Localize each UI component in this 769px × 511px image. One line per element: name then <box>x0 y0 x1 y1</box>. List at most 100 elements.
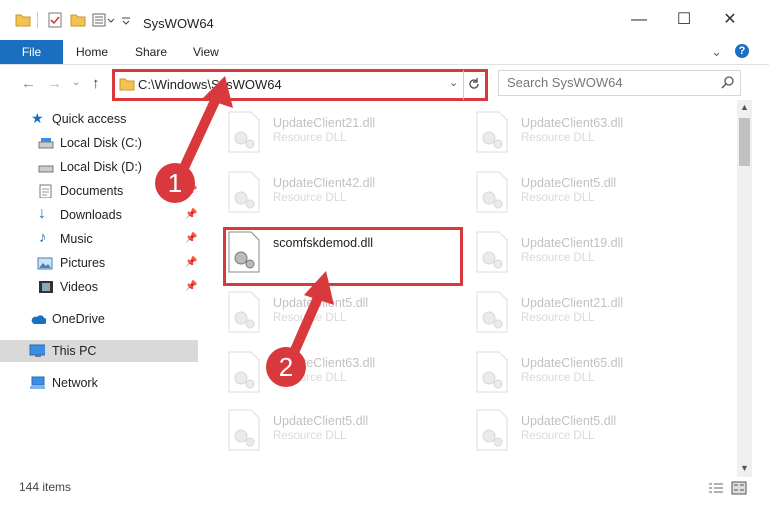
pin-icon[interactable]: 📌 <box>185 281 197 292</box>
sidebar-item-label: Pictures <box>60 256 106 270</box>
dll-file-icon <box>228 291 260 333</box>
pin-icon[interactable]: 📌 <box>185 209 197 220</box>
dll-file-icon <box>476 111 508 153</box>
list-item[interactable]: UpdateClient5.dll Resource DLL <box>473 170 693 222</box>
sidebar-item-label: Network <box>52 376 98 390</box>
file-type: Resource DLL <box>521 192 595 204</box>
refresh-icon <box>469 78 479 89</box>
sidebar-item-network[interactable]: Network <box>0 372 198 394</box>
navigation-bar: ← → ⌄ ↑ C:\Windows\SysWOW64 ⌄ Search Sys… <box>0 66 769 101</box>
sidebar-item-music[interactable]: ♪ Music 📌 <box>0 228 198 250</box>
sidebar-item-pictures[interactable]: Pictures 📌 <box>0 252 198 274</box>
sidebar-item-label: This PC <box>52 344 97 358</box>
forward-arrow-icon[interactable]: → <box>47 75 62 92</box>
window-title: SysWOW64 <box>143 16 214 31</box>
file-type: Resource DLL <box>521 132 595 144</box>
cloud-icon <box>31 315 46 324</box>
sidebar-item-videos[interactable]: Videos 📌 <box>0 276 198 298</box>
scroll-down-icon[interactable]: ▼ <box>740 463 749 473</box>
ribbon-tabs: File Home Share View ⌄ ? <box>0 40 769 65</box>
videos-icon <box>39 281 53 293</box>
scroll-thumb[interactable] <box>739 118 750 166</box>
minimize-button[interactable]: — <box>619 6 659 34</box>
file-type: Resource DLL <box>521 430 595 442</box>
music-icon: ♪ <box>39 229 47 246</box>
list-item[interactable]: UpdateClient65.dll Resource DLL <box>473 350 693 402</box>
new-folder-icon[interactable] <box>70 12 86 28</box>
separator <box>37 12 38 28</box>
computer-icon <box>29 344 45 357</box>
file-type: Resource DLL <box>273 132 347 144</box>
list-item[interactable]: UpdateClient63.dll Resource DLL <box>473 110 693 162</box>
pictures-icon <box>37 257 53 270</box>
close-button[interactable]: ✕ <box>710 6 750 34</box>
star-icon: ★ <box>31 110 44 126</box>
item-count: 144 items <box>19 480 72 494</box>
sidebar-item-label: Videos <box>60 280 98 294</box>
refresh-button[interactable] <box>463 69 488 101</box>
sidebar-item-label: Local Disk (C:) <box>60 136 142 150</box>
dropdown-arrow-icon[interactable] <box>120 12 136 28</box>
drive-icon <box>38 165 54 173</box>
download-icon: ↓ <box>38 205 46 222</box>
dll-file-icon <box>228 351 260 393</box>
file-name: UpdateClient21.dll <box>521 296 624 310</box>
drive-icon <box>38 138 54 149</box>
title-bar: SysWOW64 — ☐ ✕ <box>0 0 769 40</box>
list-item[interactable]: UpdateClient5.dll Resource DLL <box>473 408 693 460</box>
address-dropdown-icon[interactable]: ⌄ <box>449 76 458 89</box>
folder-icon[interactable] <box>15 12 31 28</box>
tab-share[interactable]: Share <box>135 45 167 59</box>
sidebar-item-label: Music <box>60 232 93 246</box>
tab-view[interactable]: View <box>193 45 219 59</box>
help-icon[interactable]: ? <box>735 44 749 58</box>
file-name: UpdateClient5.dll <box>273 414 369 428</box>
search-icon <box>721 76 734 89</box>
vertical-scrollbar[interactable]: ▲ ▼ <box>737 100 752 477</box>
sidebar-item-label: Local Disk (D:) <box>60 160 142 174</box>
file-type: Resource DLL <box>521 252 595 264</box>
file-type: Resource DLL <box>273 430 347 442</box>
pin-icon[interactable]: 📌 <box>185 257 197 268</box>
file-name: UpdateClient65.dll <box>521 356 624 370</box>
folder-icon <box>119 76 135 95</box>
sidebar-item-label: OneDrive <box>52 312 105 326</box>
back-arrow-icon[interactable]: ← <box>21 75 36 92</box>
search-input[interactable]: Search SysWOW64 <box>498 70 741 96</box>
sidebar-item-this-pc[interactable]: This PC <box>0 340 198 362</box>
sidebar-item-label: Documents <box>60 184 124 198</box>
sidebar-item-downloads[interactable]: ↓ Downloads 📌 <box>0 204 198 226</box>
sidebar-item-onedrive[interactable]: OneDrive <box>0 308 198 330</box>
large-icons-view-icon[interactable] <box>731 481 747 495</box>
file-name: UpdateClient63.dll <box>521 116 624 130</box>
details-view-icon[interactable] <box>708 481 724 495</box>
recent-locations-icon[interactable]: ⌄ <box>72 77 80 88</box>
properties-icon[interactable] <box>47 12 63 28</box>
tab-home[interactable]: Home <box>76 45 108 59</box>
documents-icon <box>39 184 52 198</box>
list-item[interactable]: UpdateClient19.dll Resource DLL <box>473 230 693 282</box>
step-badge-1: 1 <box>155 163 195 203</box>
dll-file-icon <box>476 409 508 451</box>
dll-file-icon <box>228 409 260 451</box>
chevron-down-icon[interactable]: ⌄ <box>711 44 722 60</box>
step-badge-2: 2 <box>266 347 306 387</box>
file-type: Resource DLL <box>273 192 347 204</box>
file-name: UpdateClient21.dll <box>273 116 376 130</box>
file-name: UpdateClient19.dll <box>521 236 624 250</box>
file-type: Resource DLL <box>521 372 595 384</box>
customize-toolbar-icon[interactable] <box>92 12 115 28</box>
file-type: Resource DLL <box>521 312 595 324</box>
search-placeholder: Search SysWOW64 <box>507 75 623 90</box>
maximize-button[interactable]: ☐ <box>664 6 704 34</box>
up-arrow-icon[interactable]: ↑ <box>92 75 100 92</box>
dll-file-icon <box>476 171 508 213</box>
list-item[interactable]: UpdateClient21.dll Resource DLL <box>473 290 693 342</box>
sidebar-item-label: Quick access <box>52 112 127 126</box>
pin-icon[interactable]: 📌 <box>185 233 197 244</box>
scroll-up-icon[interactable]: ▲ <box>740 102 749 112</box>
dll-file-icon <box>476 291 508 333</box>
tab-file[interactable]: File <box>0 40 63 64</box>
list-item[interactable]: UpdateClient5.dll Resource DLL <box>225 408 445 460</box>
file-name: UpdateClient5.dll <box>521 414 617 428</box>
